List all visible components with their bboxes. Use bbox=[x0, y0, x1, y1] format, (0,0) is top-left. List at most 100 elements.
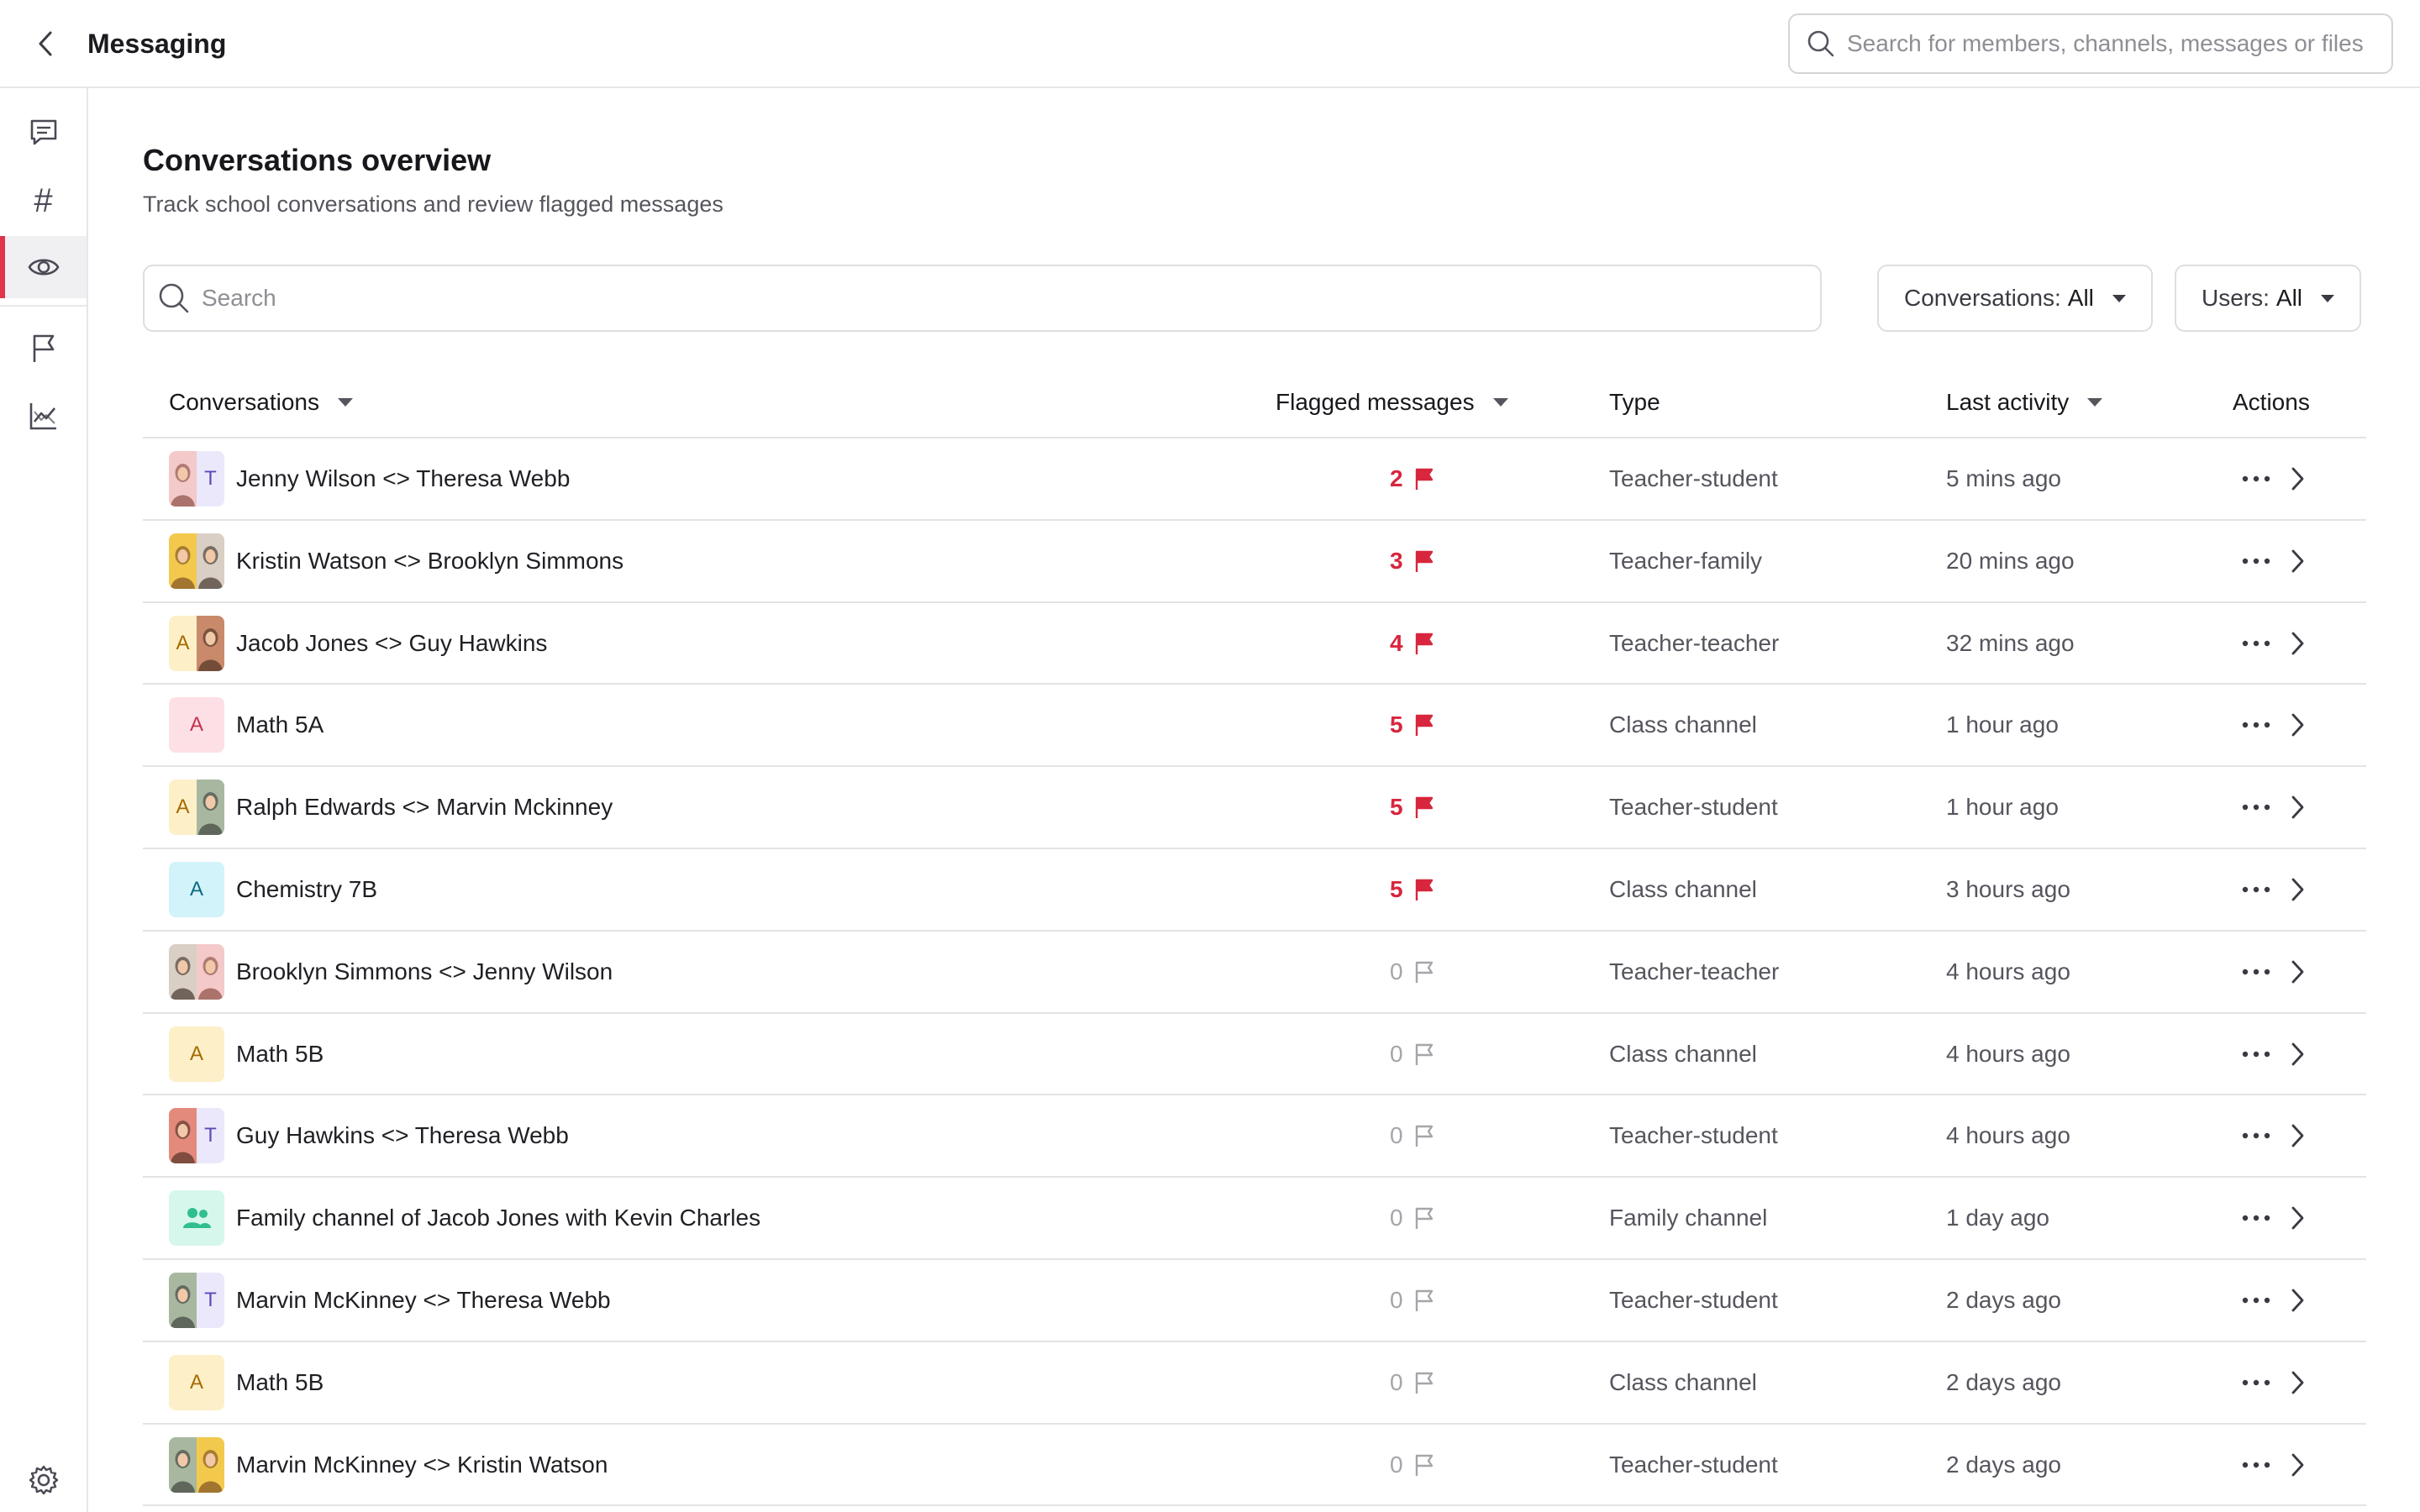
table-row[interactable]: Family channel of Jacob Jones with Kevin… bbox=[143, 1178, 2366, 1260]
actions-cell bbox=[2235, 438, 2314, 519]
flag-outline-icon bbox=[1415, 1372, 1433, 1394]
more-actions-button[interactable] bbox=[2235, 1033, 2277, 1075]
more-actions-button[interactable] bbox=[2235, 1362, 2277, 1404]
open-conversation-button[interactable] bbox=[2281, 540, 2314, 582]
flagged-count: 0 bbox=[1390, 1451, 1403, 1478]
users-filter[interactable]: Users: All bbox=[2175, 265, 2362, 332]
more-horizontal-icon bbox=[2242, 1133, 2270, 1139]
table-row[interactable]: Brooklyn Simmons <> Jenny Wilson 0 Teacher… bbox=[143, 932, 2366, 1014]
more-actions-button[interactable] bbox=[2235, 1279, 2277, 1321]
app-title: Messaging bbox=[87, 29, 227, 59]
conversation-search-input[interactable] bbox=[202, 285, 1714, 312]
flag-filled-icon bbox=[1415, 468, 1433, 490]
chevron-right-icon bbox=[2291, 1289, 2304, 1312]
page-title: Conversations overview bbox=[143, 143, 492, 177]
table-row[interactable]: T Marvin McKinney <> Theresa Webb 0 Teacher… bbox=[143, 1260, 2366, 1342]
more-actions-button[interactable] bbox=[2235, 786, 2277, 828]
type-cell: Class channel bbox=[1609, 1014, 1757, 1095]
open-conversation-button[interactable] bbox=[2281, 1197, 2314, 1239]
open-conversation-button[interactable] bbox=[2281, 786, 2314, 828]
avatar bbox=[169, 1190, 224, 1247]
flagged-count: 5 bbox=[1390, 794, 1403, 821]
last-activity: 5 mins ago bbox=[1946, 465, 2061, 491]
flagged-cell: 0 bbox=[1390, 1260, 1465, 1341]
table-row[interactable]: A Math 5A 5 Class channel 1 hour ago bbox=[143, 685, 2366, 768]
more-actions-button[interactable] bbox=[2235, 540, 2277, 582]
table-row[interactable]: Marvin McKinney <> Kristin Watson 0 Teache… bbox=[143, 1425, 2366, 1507]
table-row[interactable]: A Ralph Edwards <> Marvin Mckinney 5 Teache… bbox=[143, 767, 2366, 849]
sidebar-item-analytics[interactable] bbox=[0, 385, 87, 447]
column-label: Flagged messages bbox=[1276, 388, 1475, 415]
more-actions-button[interactable] bbox=[2235, 869, 2277, 911]
conversation-name: Ralph Edwards <> Marvin Mckinney bbox=[236, 794, 613, 821]
conversation-cell: Marvin McKinney <> Kristin Watson bbox=[169, 1425, 608, 1505]
more-actions-button[interactable] bbox=[2235, 1115, 2277, 1157]
flag-filled-icon bbox=[1415, 715, 1433, 737]
avatar-initial: A bbox=[189, 1042, 203, 1065]
flagged-cell: 0 bbox=[1390, 1342, 1465, 1423]
global-search-box[interactable] bbox=[1788, 13, 2393, 74]
column-header-conversations[interactable]: Conversations bbox=[169, 365, 353, 438]
sidebar-item-messages[interactable] bbox=[0, 102, 87, 164]
open-conversation-button[interactable] bbox=[2281, 704, 2314, 746]
open-conversation-button[interactable] bbox=[2281, 458, 2314, 500]
avatar bbox=[169, 1436, 224, 1493]
column-header-last-activity[interactable]: Last activity bbox=[1946, 365, 2103, 438]
open-conversation-button[interactable] bbox=[2281, 1279, 2314, 1321]
sidebar-item-channels[interactable]: # bbox=[0, 170, 87, 232]
global-search-input[interactable] bbox=[1847, 30, 2368, 57]
sort-down-icon[interactable] bbox=[1492, 397, 1508, 407]
chevron-right-icon bbox=[2291, 1206, 2304, 1230]
search-icon bbox=[159, 283, 189, 313]
person-photo-icon bbox=[171, 1449, 195, 1493]
open-conversation-button[interactable] bbox=[2281, 1115, 2314, 1157]
table-row[interactable]: Kristin Watson <> Brooklyn Simmons 3 Teach… bbox=[143, 521, 2366, 603]
type-cell: Teacher-teacher bbox=[1609, 932, 1779, 1012]
last-activity-cell: 2 days ago bbox=[1946, 1342, 2061, 1423]
sort-down-icon[interactable] bbox=[337, 397, 353, 407]
table-row[interactable]: A Chemistry 7B 5 Class channel 3 hours ago bbox=[143, 849, 2366, 932]
more-actions-button[interactable] bbox=[2235, 1197, 2277, 1239]
last-activity: 2 days ago bbox=[1946, 1286, 2061, 1313]
open-conversation-button[interactable] bbox=[2281, 1444, 2314, 1486]
open-conversation-button[interactable] bbox=[2281, 1033, 2314, 1075]
conversations-filter[interactable]: Conversations: All bbox=[1877, 265, 2153, 332]
conversation-search-box[interactable] bbox=[143, 265, 1822, 332]
users-filter-value: All bbox=[2275, 285, 2303, 311]
conversation-name: Math 5B bbox=[236, 1040, 324, 1067]
sidebar-nav: # bbox=[0, 88, 88, 1512]
sort-down-icon[interactable] bbox=[2087, 397, 2103, 407]
more-actions-button[interactable] bbox=[2235, 622, 2277, 664]
open-conversation-button[interactable] bbox=[2281, 622, 2314, 664]
more-actions-button[interactable] bbox=[2235, 704, 2277, 746]
open-conversation-button[interactable] bbox=[2281, 1362, 2314, 1404]
table-row[interactable]: T Guy Hawkins <> Theresa Webb 0 Teacher-stu… bbox=[143, 1095, 2366, 1179]
actions-cell bbox=[2235, 521, 2314, 601]
conversation-type: Teacher-teacher bbox=[1609, 629, 1780, 656]
flag-outline-icon bbox=[1415, 1289, 1433, 1311]
open-conversation-button[interactable] bbox=[2281, 951, 2314, 993]
chevron-right-icon bbox=[2291, 549, 2304, 573]
type-cell: Family channel bbox=[1609, 1178, 1767, 1258]
flagged-count: 2 bbox=[1390, 465, 1403, 491]
more-actions-button[interactable] bbox=[2235, 1444, 2277, 1486]
table-row[interactable]: A Math 5B 0 Class channel 4 hours ago bbox=[143, 1014, 2366, 1096]
more-actions-button[interactable] bbox=[2235, 951, 2277, 993]
table-row[interactable]: T Jenny Wilson <> Theresa Webb 2 Teacher-st… bbox=[143, 438, 2366, 521]
more-actions-button[interactable] bbox=[2235, 458, 2277, 500]
conversation-type: Teacher-student bbox=[1609, 1122, 1778, 1149]
conversation-type: Teacher-teacher bbox=[1609, 958, 1780, 984]
column-header-flagged[interactable]: Flagged messages bbox=[1276, 365, 1508, 438]
sidebar-item-flags[interactable] bbox=[0, 318, 87, 380]
back-button[interactable] bbox=[25, 24, 66, 64]
conversation-type: Teacher-family bbox=[1609, 547, 1763, 574]
conversation-name: Kristin Watson <> Brooklyn Simmons bbox=[236, 547, 624, 574]
open-conversation-button[interactable] bbox=[2281, 869, 2314, 911]
sidebar-item-settings[interactable] bbox=[0, 1449, 87, 1511]
flagged-cell: 2 bbox=[1390, 438, 1465, 519]
table-row[interactable]: A Math 5B 0 Class channel 2 days ago bbox=[143, 1342, 2366, 1425]
sidebar-item-overview[interactable] bbox=[0, 236, 87, 298]
table-row[interactable]: A Jacob Jones <> Guy Hawkins 4 Teacher-teac… bbox=[143, 603, 2366, 685]
flagged-cell: 5 bbox=[1390, 849, 1465, 930]
flag-outline-icon bbox=[1415, 961, 1433, 983]
